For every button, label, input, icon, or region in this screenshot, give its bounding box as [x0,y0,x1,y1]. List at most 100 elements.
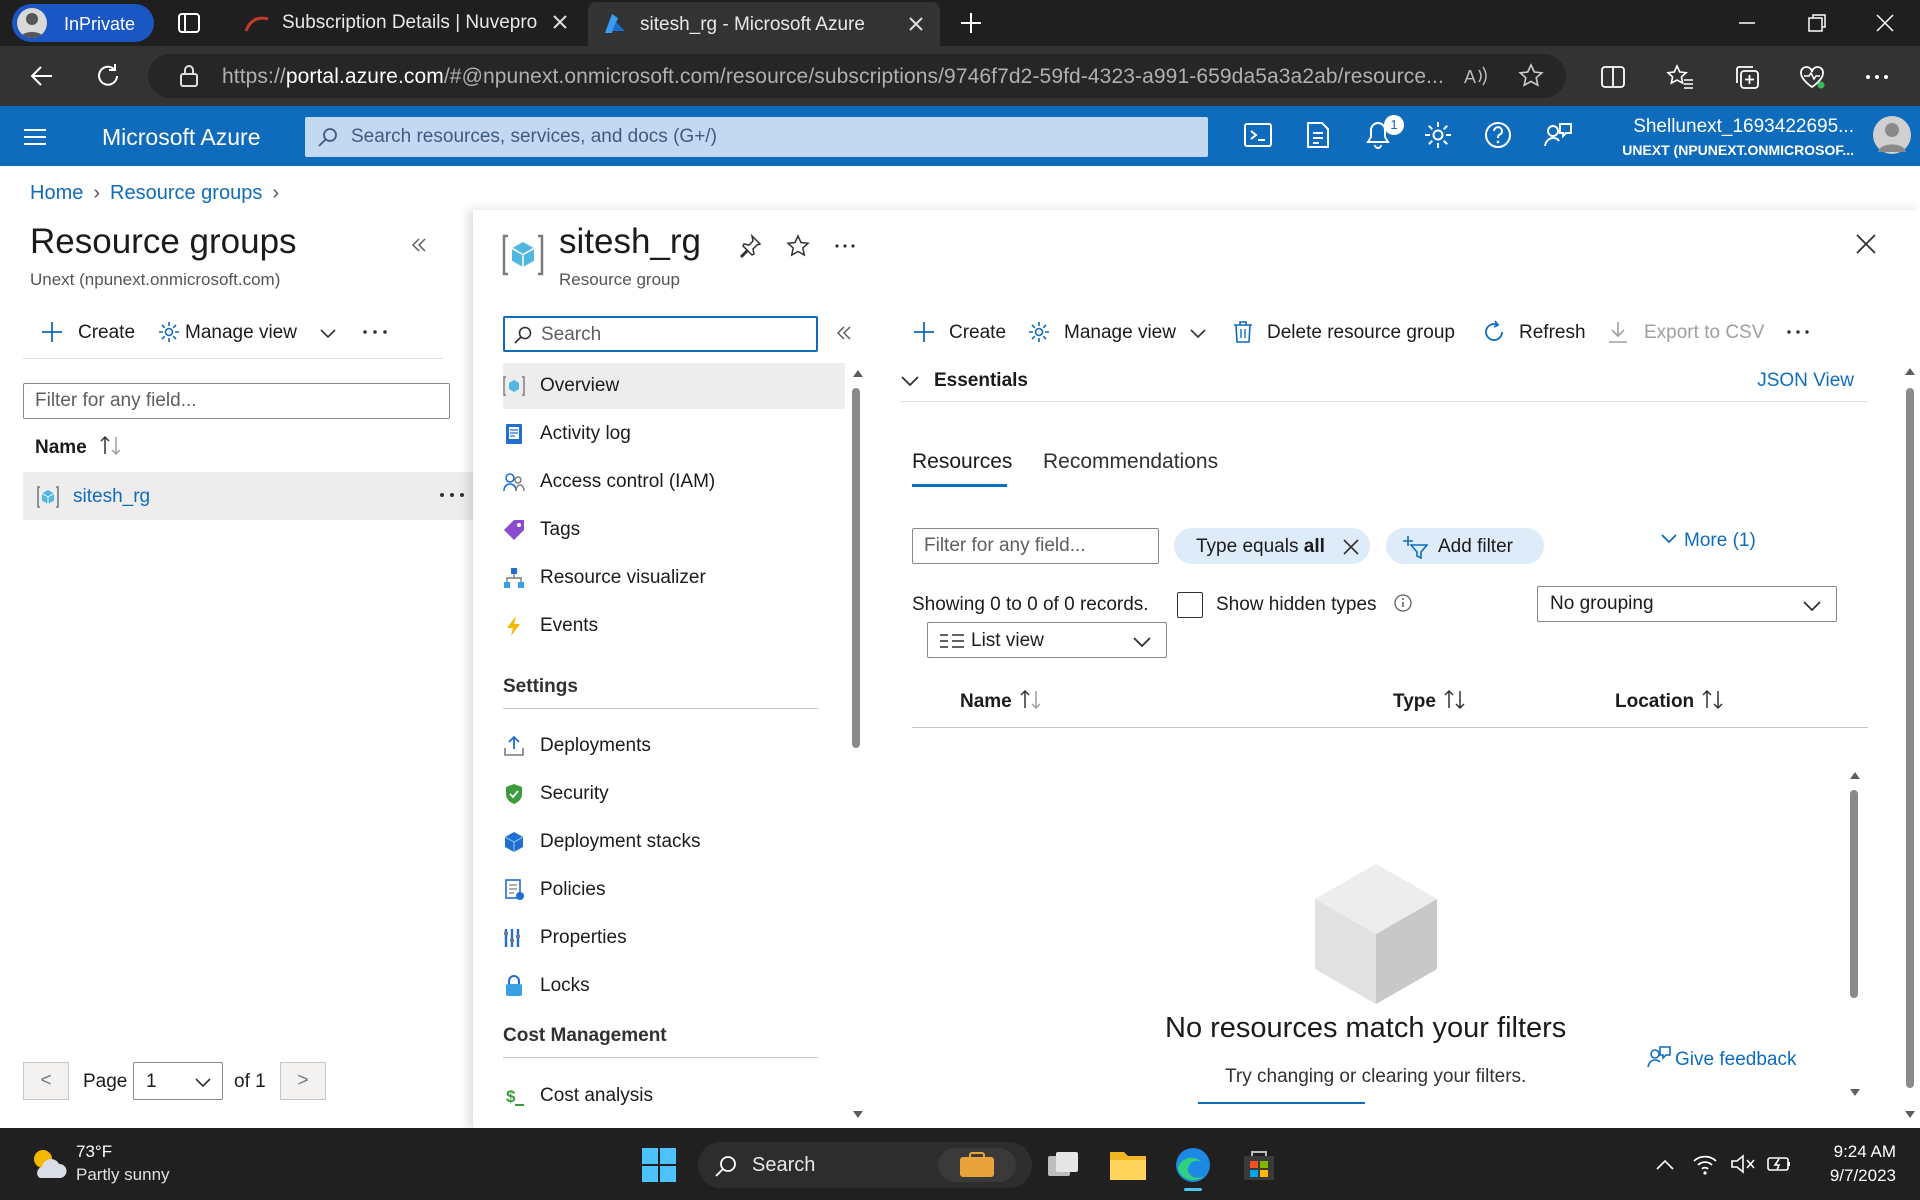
restore-icon[interactable] [1806,12,1828,34]
resource-filter-input[interactable]: Filter for any field... [912,528,1159,564]
scroll-down-icon[interactable] [1904,1110,1916,1120]
page-select[interactable]: 1 [133,1062,223,1100]
info-icon[interactable] [1393,593,1413,613]
menu-item-resource-visualizer[interactable]: Resource visualizer [503,555,845,601]
collapse-menu-icon[interactable] [834,322,854,344]
breadcrumb-resource-groups[interactable]: Resource groups [110,182,262,204]
favorites-icon[interactable] [1666,64,1694,90]
type-column-header[interactable]: Type [1393,688,1468,713]
task-view-icon[interactable] [1044,1146,1082,1184]
delete-resource-group-button[interactable]: Delete resource group [1232,320,1462,346]
results-scrollbar[interactable] [1850,790,1858,998]
table-row[interactable]: sitesh_rg [23,472,473,520]
address-bar[interactable]: https://portal.azure.com/#@npunext.onmic… [148,54,1566,98]
settings-gear-icon[interactable] [1422,119,1458,155]
chevron-down-icon[interactable] [900,374,920,388]
row-more-icon[interactable] [439,488,465,502]
more-options-icon[interactable] [1786,326,1810,338]
user-avatar[interactable] [1873,116,1911,154]
favorite-star-icon[interactable] [1518,63,1544,89]
export-csv-button[interactable]: Export to CSV [1607,320,1767,346]
menu-item-overview[interactable]: Overview [503,363,845,409]
wifi-icon[interactable] [1692,1152,1718,1176]
tab-nuvepro[interactable]: Subscription Details | Nuvepro [236,0,584,46]
menu-item-access-control[interactable]: Access control (IAM) [503,459,845,505]
tray-chevron-up-icon[interactable] [1654,1154,1676,1176]
minimize-icon[interactable] [1736,12,1758,34]
give-feedback-link[interactable]: Give feedback [1647,1045,1796,1071]
tab-actions-icon[interactable] [176,10,202,36]
manage-view-button[interactable]: Manage view [157,320,342,346]
menu-item-events[interactable]: Events [503,603,845,649]
scroll-up-icon[interactable] [852,368,864,378]
name-column-header[interactable]: Name [960,688,1044,713]
type-filter-pill[interactable]: Type equals all [1174,528,1370,564]
create-button[interactable]: Create [912,320,1022,346]
favorite-star-icon[interactable] [786,234,810,258]
pin-icon[interactable] [738,234,762,258]
page-scrollbar[interactable] [1906,388,1914,1088]
menu-item-properties[interactable]: Properties [503,915,845,961]
cloud-shell-icon[interactable] [1242,119,1278,155]
system-clock[interactable]: 9:24 AM 9/7/2023 [1780,1140,1896,1188]
prev-page-button[interactable]: < [23,1062,69,1100]
global-search-input[interactable]: Search resources, services, and docs (G+… [305,117,1208,157]
file-explorer-icon[interactable] [1108,1146,1148,1184]
menu-item-deployments[interactable]: Deployments [503,723,845,769]
brand-title[interactable]: Microsoft Azure [102,124,261,151]
scroll-up-icon[interactable] [1849,770,1861,780]
json-view-link[interactable]: JSON View [1757,370,1854,392]
browser-essentials-icon[interactable] [1798,64,1826,90]
grouping-select[interactable]: No grouping [1537,586,1837,622]
read-aloud-icon[interactable]: A [1462,64,1488,88]
new-tab-icon[interactable] [958,10,984,36]
close-tab-icon[interactable] [550,12,570,32]
menu-item-deployment-stacks[interactable]: Deployment stacks [503,819,845,865]
inprivate-badge[interactable]: InPrivate [12,4,154,42]
split-screen-icon[interactable] [1600,64,1626,90]
taskbar-search[interactable]: Search [698,1142,1032,1188]
menu-item-activity-log[interactable]: Activity log [503,411,845,457]
menu-search-input[interactable]: Search [503,316,818,352]
directories-filter-icon[interactable] [1302,119,1338,155]
menu-item-tags[interactable]: Tags [503,507,845,553]
tab-recommendations[interactable]: Recommendations [1043,450,1218,474]
account-info[interactable]: Shellunext_1693422695... UNEXT (NPUNEXT.… [1618,116,1854,158]
next-page-button[interactable]: > [280,1062,326,1100]
close-window-icon[interactable] [1874,12,1896,34]
menu-scrollbar[interactable] [852,388,860,748]
refresh-button[interactable]: Refresh [1482,320,1587,346]
more-options-icon[interactable] [362,322,388,342]
settings-more-icon[interactable] [1864,64,1890,90]
name-column-header[interactable]: Name [35,434,124,459]
tab-resources[interactable]: Resources [912,450,1012,474]
breadcrumb-home[interactable]: Home [30,182,83,204]
edge-browser-icon[interactable] [1172,1144,1214,1191]
feedback-icon[interactable] [1542,119,1578,155]
more-filters-button[interactable]: More (1) [1660,530,1756,552]
store-icon[interactable] [1240,1146,1278,1184]
remove-filter-icon[interactable] [1342,538,1360,556]
collections-icon[interactable] [1734,64,1760,90]
collapse-pane-icon[interactable] [408,234,430,256]
help-icon[interactable] [1482,119,1518,155]
essentials-toggle[interactable]: Essentials [934,370,1028,392]
menu-item-cost-analysis[interactable]: $ Cost analysis [503,1073,845,1119]
filter-input[interactable]: Filter for any field... [23,383,450,419]
more-options-icon[interactable] [834,240,856,252]
menu-item-policies[interactable]: Policies [503,867,845,913]
menu-item-locks[interactable]: Locks [503,963,845,1009]
location-column-header[interactable]: Location [1615,688,1726,713]
scroll-down-icon[interactable] [852,1110,864,1120]
volume-muted-icon[interactable] [1730,1152,1756,1176]
manage-view-button[interactable]: Manage view [1027,320,1212,346]
start-button-icon[interactable] [640,1146,678,1184]
portal-menu-icon[interactable] [22,124,48,150]
tab-azure[interactable]: sitesh_rg - Microsoft Azure [588,2,940,46]
close-blade-icon[interactable] [1854,232,1878,256]
scroll-down-icon[interactable] [1849,1088,1861,1098]
scroll-up-icon[interactable] [1904,366,1916,376]
menu-item-security[interactable]: Security [503,771,845,817]
notifications-bell-icon[interactable]: 1 [1362,115,1404,155]
close-tab-icon[interactable] [906,14,926,34]
